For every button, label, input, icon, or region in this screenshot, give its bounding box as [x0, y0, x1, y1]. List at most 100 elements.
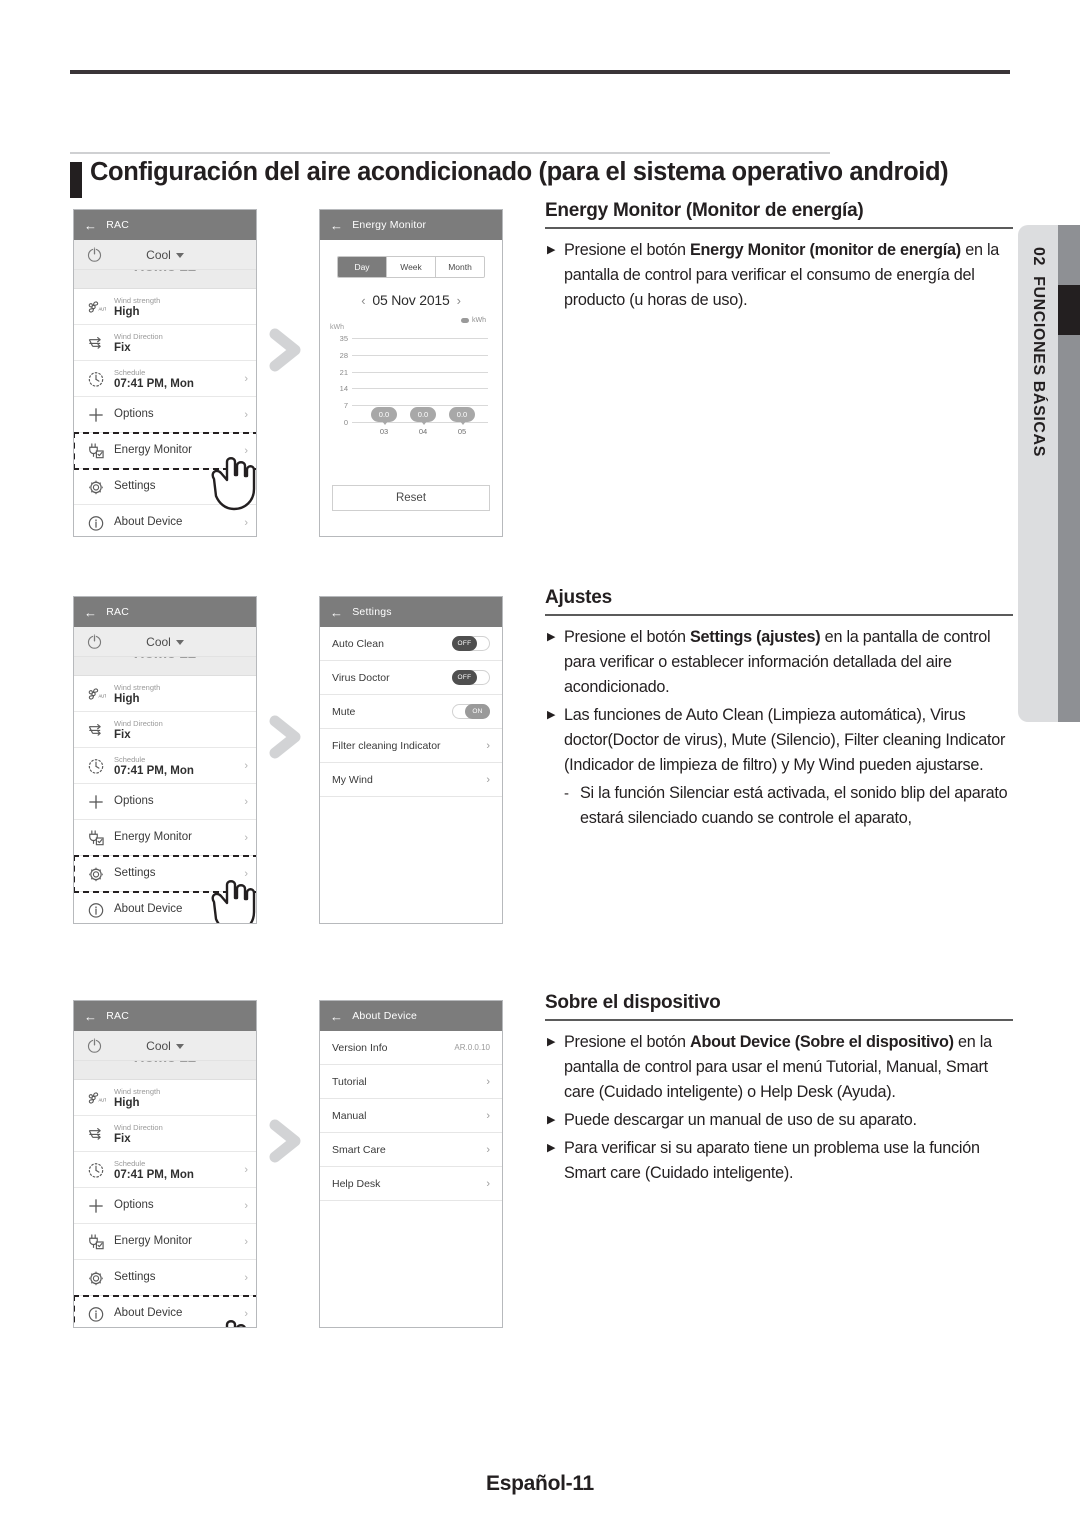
back-arrow-icon[interactable]: ←: [84, 219, 97, 232]
power-icon[interactable]: [86, 1037, 103, 1054]
clock-icon: [84, 754, 108, 778]
section-heading: Sobre el dispositivo: [545, 992, 721, 1013]
mode-label[interactable]: Cool: [146, 635, 184, 649]
power-icon[interactable]: [86, 633, 103, 650]
back-arrow-icon[interactable]: ←: [330, 1010, 343, 1023]
rac-row-fix[interactable]: Wind Direction Fix: [74, 712, 256, 748]
chevron-down-icon[interactable]: [175, 252, 184, 258]
rac-row-energy-monitor[interactable]: Energy Monitor ›: [74, 1224, 256, 1260]
toggle-switch[interactable]: OFF: [452, 670, 490, 685]
mode-label[interactable]: Cool: [146, 248, 184, 262]
list-item-mute[interactable]: Mute ON: [320, 695, 502, 729]
rac-row-label: Settings: [114, 1271, 156, 1283]
rac-row-fix[interactable]: Wind Direction Fix: [74, 325, 256, 361]
bullet-marker: ▶: [547, 244, 556, 256]
gear-icon: [84, 862, 108, 886]
rac-row-label: Options: [114, 1199, 154, 1211]
segment-week[interactable]: Week: [387, 257, 436, 277]
bullet-text-bold: Energy Monitor (monitor de energía): [690, 241, 961, 259]
section-underline: [545, 227, 1013, 229]
toggle-knob: OFF: [452, 670, 477, 685]
rac-row-sublabel: Wind strength: [114, 1086, 161, 1096]
energy-monitor-screen: ← Energy Monitor Day Week Month ‹ 05 Nov 2015 ›…: [319, 209, 503, 537]
toggle-switch[interactable]: ON: [452, 704, 490, 719]
section-underline: [545, 614, 1013, 616]
rac-row-energy-monitor[interactable]: Energy Monitor ›: [74, 820, 256, 856]
back-arrow-icon[interactable]: ←: [330, 219, 343, 232]
chart-value-bubble: 0.0: [410, 407, 436, 425]
list-item-filter-cleaning-indicator[interactable]: Filter cleaning Indicator ›: [320, 729, 502, 763]
info-icon: [84, 1302, 108, 1326]
segment-day[interactable]: Day: [338, 257, 387, 277]
chevron-right-icon: ›: [244, 1235, 248, 1248]
back-arrow-icon[interactable]: ←: [84, 606, 97, 619]
next-date-icon[interactable]: ›: [450, 293, 468, 308]
list-item-label: Mute: [332, 705, 356, 718]
list-item-manual[interactable]: Manual ›: [320, 1099, 502, 1133]
rac-row-high[interactable]: AUTO Wind strengthHigh: [74, 676, 256, 712]
list-item-auto-clean[interactable]: Auto Clean OFF: [320, 627, 502, 661]
rac-row-fix[interactable]: Wind Direction Fix: [74, 1116, 256, 1152]
power-icon[interactable]: [86, 246, 103, 263]
rac-row-settings[interactable]: Settings ›: [74, 1260, 256, 1296]
chapter-tab-text: 02 FUNCIONES BÁSICAS: [1018, 225, 1058, 722]
section-underline: [545, 1019, 1013, 1021]
back-arrow-icon[interactable]: ←: [84, 1010, 97, 1023]
screen-header: ← About Device: [320, 1001, 502, 1031]
current-date: 05 Nov 2015: [372, 292, 450, 308]
chevron-down-icon[interactable]: [175, 639, 184, 645]
reset-button[interactable]: Reset: [332, 485, 490, 511]
list-item-virus-doctor[interactable]: Virus Doctor OFF: [320, 661, 502, 695]
mode-label[interactable]: Cool: [146, 1039, 184, 1053]
list-item-label: Tutorial: [332, 1075, 367, 1088]
rac-row-text: Options: [114, 795, 240, 808]
chart-value-bubble: 0.0: [449, 407, 475, 425]
rac-row-label: Options: [114, 408, 154, 420]
list-item-smart-care[interactable]: Smart Care ›: [320, 1133, 502, 1167]
info-icon: [84, 511, 108, 535]
chart-y-tick: 21: [339, 367, 348, 377]
bullet-item: ▶ Presione el botón About Device (Sobre …: [545, 1030, 1013, 1105]
sub-bullet-marker: -: [564, 785, 569, 802]
chapter-number: 02: [1030, 247, 1047, 266]
rac-row-label: 07:41 PM, Mon: [114, 1168, 194, 1181]
chapter-tab-marker: [1058, 285, 1080, 335]
list-item-my-wind[interactable]: My Wind ›: [320, 763, 502, 797]
chevron-down-icon[interactable]: [175, 1043, 184, 1049]
plug-icon: [84, 1230, 108, 1254]
rac-row-options[interactable]: Options ›: [74, 1188, 256, 1224]
rac-row-high[interactable]: AUTO Wind strengthHigh: [74, 1080, 256, 1116]
chart-y-axis-label: kWh: [330, 324, 344, 331]
temperature-strip: Home 22: [74, 657, 256, 676]
mode-bar: Cool: [74, 240, 256, 270]
period-segmented-control[interactable]: Day Week Month: [337, 256, 485, 278]
bullet-item: ▶ Las funciones de Auto Clean (Limpieza …: [545, 703, 1013, 778]
list-item-help-desk[interactable]: Help Desk ›: [320, 1167, 502, 1201]
rac-row-sublabel: Schedule: [114, 367, 146, 377]
list-item-tutorial[interactable]: Tutorial ›: [320, 1065, 502, 1099]
bullet-text-part1: Presione el botón: [564, 628, 690, 646]
rac-row-07-41-pm-mon[interactable]: Schedule 07:41 PM, Mon ›: [74, 1152, 256, 1188]
rac-control-screen-1: ←RACCoolHome 22AUTOWind strengthHighWind…: [73, 209, 257, 537]
airflow-icon: [84, 331, 108, 355]
segment-month[interactable]: Month: [436, 257, 484, 277]
rac-row-high[interactable]: AUTO Wind strengthHigh: [74, 289, 256, 325]
chart-gridline: [352, 354, 488, 356]
rac-row-07-41-pm-mon[interactable]: Schedule 07:41 PM, Mon ›: [74, 748, 256, 784]
rac-row-options[interactable]: Options ›: [74, 397, 256, 433]
prev-date-icon[interactable]: ‹: [354, 293, 372, 308]
chevron-right-icon: ›: [244, 795, 248, 808]
chart-gridline: [352, 388, 488, 390]
gear-icon: [84, 1266, 108, 1290]
rac-row-options[interactable]: Options ›: [74, 784, 256, 820]
chevron-right-icon: ›: [244, 1199, 248, 1212]
chart-x-tick: 03: [379, 427, 389, 436]
list-item-version-info[interactable]: Version Info AR.0.0.10: [320, 1031, 502, 1065]
rac-row-07-41-pm-mon[interactable]: Schedule 07:41 PM, Mon ›: [74, 361, 256, 397]
title-text: Configuración del aire acondicionado (pa…: [90, 158, 949, 186]
back-arrow-icon[interactable]: ←: [330, 606, 343, 619]
chart-x-tick: 05: [457, 427, 467, 436]
title-rule: [70, 152, 830, 154]
screen-header: ← RAC: [74, 597, 256, 627]
toggle-switch[interactable]: OFF: [452, 636, 490, 651]
